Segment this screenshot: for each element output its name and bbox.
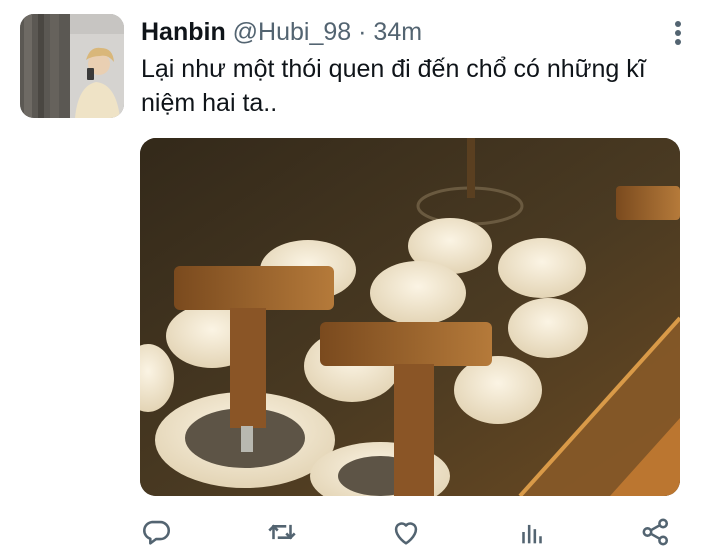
like-button[interactable] bbox=[386, 512, 426, 552]
reply-icon bbox=[143, 520, 170, 545]
tweet-media[interactable] bbox=[140, 138, 680, 496]
tweet-text: Lại như một thói quen đi đến chổ có nhữn… bbox=[141, 55, 646, 117]
heart-icon bbox=[394, 522, 418, 545]
more-vertical-icon bbox=[675, 21, 681, 45]
share-icon bbox=[642, 518, 669, 546]
retweet-button[interactable] bbox=[262, 512, 302, 552]
share-button[interactable] bbox=[636, 512, 676, 552]
display-name[interactable]: Hanbin bbox=[141, 18, 226, 46]
avatar-image bbox=[20, 14, 124, 118]
analytics-icon bbox=[522, 524, 542, 544]
reply-button[interactable] bbox=[136, 512, 176, 552]
tweet-actions bbox=[0, 508, 720, 552]
meta-separator: · bbox=[358, 18, 367, 46]
tweet-photo bbox=[140, 138, 680, 496]
analytics-button[interactable] bbox=[512, 512, 552, 552]
more-options-button[interactable] bbox=[667, 16, 689, 50]
user-handle[interactable]: @Hubi_98 bbox=[233, 18, 352, 46]
tweet-header: Hanbin @Hubi_98 · 34m bbox=[141, 16, 680, 48]
retweet-icon bbox=[268, 524, 296, 540]
timestamp[interactable]: 34m bbox=[373, 18, 422, 46]
avatar[interactable] bbox=[20, 14, 124, 118]
